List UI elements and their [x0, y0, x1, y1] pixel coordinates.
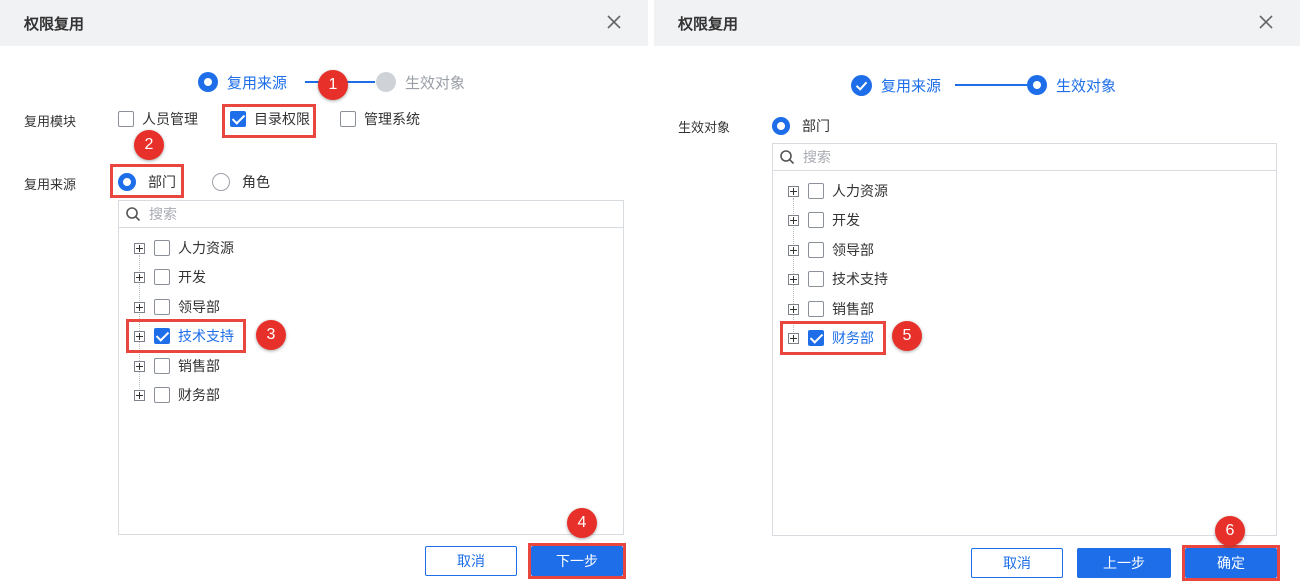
step-connector [955, 84, 1027, 86]
expand-icon[interactable] [134, 271, 145, 283]
target-radio-department[interactable]: 部门 [772, 116, 830, 136]
highlight-box [110, 164, 184, 198]
target-label: 生效对象 [678, 121, 731, 136]
expand-icon[interactable] [788, 244, 799, 256]
expand-icon[interactable] [788, 185, 799, 197]
dialog-header: 权限复用 [654, 0, 1300, 46]
step-active-icon [198, 72, 218, 92]
expand-icon[interactable] [788, 273, 799, 285]
highlight-box [126, 319, 246, 353]
tree-item[interactable]: 人力资源 [134, 237, 234, 259]
checkbox-icon[interactable] [808, 183, 824, 199]
cancel-button[interactable]: 取消 [425, 546, 517, 576]
tree-item[interactable]: 开发 [134, 266, 206, 288]
highlight-box [222, 104, 316, 138]
expand-icon[interactable] [134, 389, 145, 401]
tree-item[interactable]: 人力资源 [788, 180, 888, 202]
tree-item[interactable]: 领导部 [788, 239, 874, 261]
search-icon [126, 207, 141, 222]
previous-step-button[interactable]: 上一步 [1077, 548, 1171, 578]
expand-icon[interactable] [788, 303, 799, 315]
checkbox-icon[interactable] [154, 299, 170, 315]
highlight-box [1182, 545, 1280, 581]
checkbox-icon[interactable] [154, 387, 170, 403]
step-marker: 4 [567, 508, 597, 538]
step-pending-icon [376, 72, 396, 92]
checkbox-icon[interactable] [154, 269, 170, 285]
search-input[interactable]: 搜索 [772, 143, 1277, 171]
step-effective-target: 生效对象 [376, 70, 465, 94]
step-reuse-source: 复用来源 [198, 70, 287, 94]
checkbox-icon [118, 111, 134, 127]
cancel-button[interactable]: 取消 [971, 548, 1063, 578]
source-radio-role[interactable]: 角色 [212, 172, 270, 192]
checkbox-icon[interactable] [808, 271, 824, 287]
checkbox-icon[interactable] [808, 242, 824, 258]
close-icon[interactable] [1256, 12, 1276, 32]
step-effective-target: 生效对象 [1027, 73, 1116, 97]
checkbox-icon[interactable] [808, 301, 824, 317]
reuse-permission-dialog-step1: 权限复用 复用来源 生效对象 复用模块 人员管理 目录权限 管理系统 复用来源 … [0, 0, 648, 588]
check-circle-icon [851, 74, 872, 96]
tree-item[interactable]: 开发 [788, 209, 860, 231]
checkbox-icon[interactable] [808, 212, 824, 228]
module-label: 复用模块 [24, 115, 77, 130]
expand-icon[interactable] [134, 360, 145, 372]
radio-icon [212, 173, 230, 191]
module-checkbox-system[interactable]: 管理系统 [340, 109, 420, 129]
step-marker: 6 [1215, 516, 1245, 546]
close-icon[interactable] [604, 12, 624, 32]
radio-selected-icon [772, 117, 790, 135]
step-indicator: 复用来源 生效对象 [654, 73, 1300, 97]
step-marker: 5 [892, 321, 922, 351]
reuse-permission-dialog-step2: 权限复用 复用来源 生效对象 生效对象 部门 搜索 人力资源 开发 领导部 技术… [654, 0, 1300, 588]
dialog-title: 权限复用 [24, 15, 85, 33]
tree-item[interactable]: 财务部 [134, 384, 220, 406]
checkbox-icon [340, 111, 356, 127]
search-icon [780, 150, 795, 165]
dialog-header: 权限复用 [0, 0, 648, 46]
checkbox-icon[interactable] [154, 240, 170, 256]
expand-icon[interactable] [134, 301, 145, 313]
search-input[interactable]: 搜索 [118, 200, 624, 228]
tree-item[interactable]: 销售部 [134, 355, 220, 377]
step-marker: 1 [318, 70, 348, 100]
tree-item[interactable]: 技术支持 [788, 268, 888, 290]
step-marker: 2 [134, 130, 164, 160]
source-label: 复用来源 [24, 178, 77, 193]
checkbox-icon[interactable] [154, 358, 170, 374]
step-active-icon [1027, 75, 1047, 95]
tree-item[interactable]: 领导部 [134, 296, 220, 318]
module-checkbox-people[interactable]: 人员管理 [118, 109, 198, 129]
expand-icon[interactable] [788, 214, 799, 226]
step-marker: 3 [256, 320, 286, 350]
step-reuse-source: 复用来源 [851, 73, 941, 97]
highlight-box [780, 321, 886, 355]
tree-item[interactable]: 销售部 [788, 298, 874, 320]
highlight-box [528, 543, 626, 579]
dialog-title: 权限复用 [678, 15, 739, 33]
expand-icon[interactable] [134, 242, 145, 254]
